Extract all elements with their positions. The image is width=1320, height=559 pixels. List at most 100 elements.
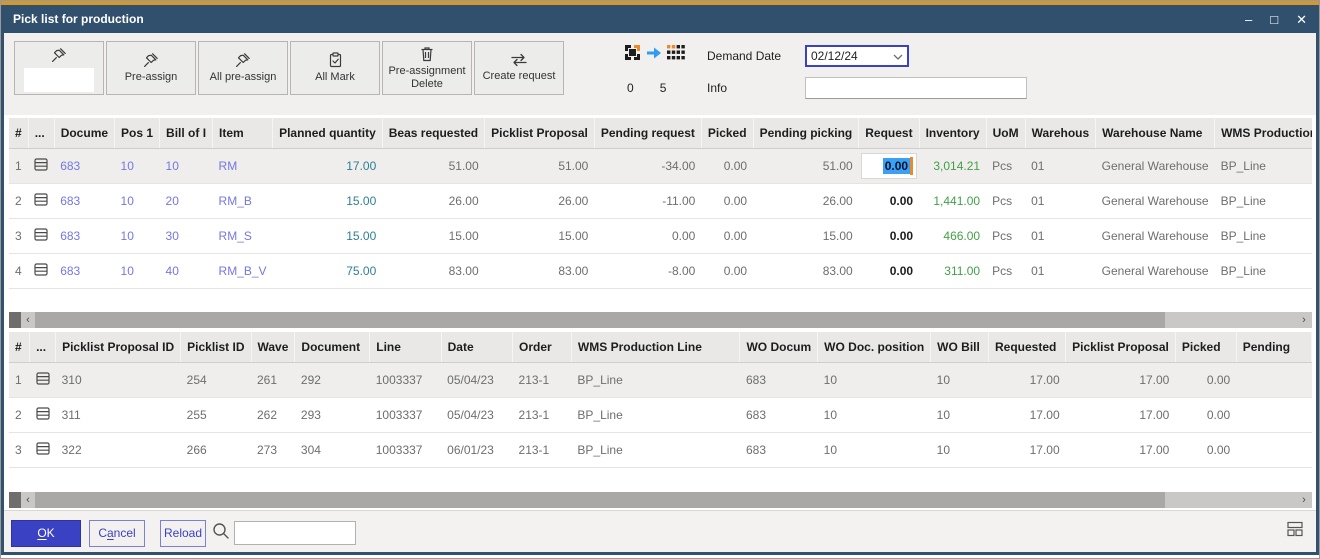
column-header-picklist_proposal[interactable]: Picklist Proposal [1066, 332, 1176, 362]
table-row[interactable]: 1310254261292100333705/04/23213-1BP_Line… [9, 362, 1312, 397]
info-input[interactable] [805, 77, 1027, 99]
column-header-wo_pos[interactable]: WO Doc. position [818, 332, 931, 362]
request-cell[interactable]: 0.00 [859, 148, 919, 183]
column-header-num[interactable]: # [9, 332, 30, 362]
request-editor[interactable]: 0.00 [861, 153, 917, 179]
all-mark-button[interactable]: All Mark [290, 41, 380, 95]
table-row[interactable]: 3322266273304100333706/01/23213-1BP_Line… [9, 432, 1312, 467]
minimize-button[interactable]: – [1245, 13, 1252, 26]
wms-line-dropdown[interactable]: BP_Line [1215, 183, 1312, 218]
column-header-line[interactable]: Line [370, 332, 441, 362]
all-pre-assign-button[interactable]: All pre-assign [198, 41, 288, 95]
wms-line-dropdown[interactable]: BP_Line [1215, 148, 1312, 183]
request-cell[interactable]: 0.00 [859, 218, 919, 253]
wms-line-dropdown[interactable]: BP_Line [1215, 218, 1312, 253]
items-hscrollbar[interactable]: ‹ › [9, 312, 1312, 328]
column-header-request[interactable]: Request [859, 118, 919, 148]
search-input[interactable] [234, 521, 356, 545]
scrollbar-thumb[interactable] [35, 492, 1165, 508]
request-cell[interactable]: 0.00 [859, 183, 919, 218]
scrollbar-track[interactable] [1165, 312, 1296, 328]
table-row[interactable]: 26831020RM_B15.0026.0026.00-11.000.0026.… [9, 183, 1312, 218]
create-request-button[interactable]: Create request [474, 41, 564, 95]
row-details-icon[interactable] [28, 253, 54, 288]
row-details-icon[interactable] [30, 397, 56, 432]
column-header-picklist_proposal[interactable]: Picklist Proposal [485, 118, 595, 148]
scrollbar-track[interactable] [1165, 492, 1296, 508]
cell-item[interactable]: RM_S [213, 218, 273, 253]
title-bar[interactable]: Pick list for production – □ ✕ [1, 5, 1319, 33]
column-header-pos[interactable]: Pos 1 [115, 118, 160, 148]
column-header-requested[interactable]: Requested [988, 332, 1065, 362]
column-header-warehouse[interactable]: Warehous [1025, 118, 1096, 148]
table-row[interactable]: 2311255262293100333705/04/23213-1BP_Line… [9, 397, 1312, 432]
row-details-icon[interactable] [30, 362, 56, 397]
cell-bill[interactable]: 40 [160, 253, 213, 288]
proposals-hscrollbar[interactable]: ‹ › [9, 492, 1312, 508]
column-header-pending_request[interactable]: Pending request [594, 118, 701, 148]
column-header-pending_picking[interactable]: Pending picking [753, 118, 859, 148]
table-row[interactable]: 46831040RM_B_V75.0083.0083.00-8.000.0083… [9, 253, 1312, 288]
maximize-button[interactable]: □ [1270, 13, 1278, 26]
scroll-left-icon[interactable]: ‹ [21, 312, 35, 328]
pin-button[interactable] [14, 41, 104, 95]
column-header-wms_line[interactable]: WMS Production Line [1215, 118, 1312, 148]
table-row[interactable]: 16831010RM17.0051.0051.00-34.000.0051.00… [9, 148, 1312, 183]
pin-number-input[interactable] [24, 68, 94, 92]
scrollbar-home-button[interactable] [9, 492, 21, 508]
pre-assign-button[interactable]: Pre-assign [106, 41, 196, 95]
scroll-right-icon[interactable]: › [1296, 312, 1312, 328]
column-header-bill[interactable]: Bill of I [160, 118, 213, 148]
column-header-num[interactable]: # [9, 118, 28, 148]
column-header-icon[interactable]: ... [28, 118, 54, 148]
cell-document[interactable]: 683 [54, 148, 114, 183]
cell-pos[interactable]: 10 [115, 183, 160, 218]
reload-button[interactable]: Reload [160, 520, 206, 547]
cancel-button[interactable]: Cancel [89, 520, 145, 547]
scrollbar-home-button[interactable] [9, 312, 21, 328]
demand-date-combo[interactable]: 02/12/24 [805, 45, 909, 67]
cell-document[interactable]: 683 [54, 183, 114, 218]
column-header-document[interactable]: Docume [54, 118, 114, 148]
column-header-wo_doc[interactable]: WO Docum [740, 332, 818, 362]
row-details-icon[interactable] [28, 183, 54, 218]
cell-document[interactable]: 683 [54, 218, 114, 253]
column-header-order[interactable]: Order [513, 332, 572, 362]
column-header-beas_requested[interactable]: Beas requested [382, 118, 484, 148]
column-header-date[interactable]: Date [441, 332, 512, 362]
cell-pos[interactable]: 10 [115, 253, 160, 288]
column-header-wave[interactable]: Wave [251, 332, 295, 362]
column-header-document[interactable]: Document [295, 332, 370, 362]
row-details-icon[interactable] [28, 218, 54, 253]
column-header-planned[interactable]: Planned quantity [273, 118, 383, 148]
column-header-wo_bill[interactable]: WO Bill [931, 332, 989, 362]
scroll-right-icon[interactable]: › [1296, 492, 1312, 508]
column-header-picked[interactable]: Picked [701, 118, 753, 148]
chevron-down-icon[interactable] [893, 49, 903, 63]
column-header-pending[interactable]: Pending [1236, 332, 1311, 362]
table-row[interactable]: 36831030RM_S15.0015.0015.000.000.0015.00… [9, 218, 1312, 253]
form-settings-icon[interactable] [1287, 521, 1304, 542]
scrollbar-thumb[interactable] [35, 312, 1165, 328]
cell-bill[interactable]: 30 [160, 218, 213, 253]
cell-pos[interactable]: 10 [115, 218, 160, 253]
cell-pos[interactable]: 10 [115, 148, 160, 183]
column-header-picked[interactable]: Picked [1175, 332, 1236, 362]
cell-bill[interactable]: 10 [160, 148, 213, 183]
column-header-picklist_id[interactable]: Picklist ID [181, 332, 251, 362]
request-cell[interactable]: 0.00 [859, 253, 919, 288]
cell-document[interactable]: 683 [54, 253, 114, 288]
column-header-item[interactable]: Item [213, 118, 273, 148]
cell-bill[interactable]: 20 [160, 183, 213, 218]
column-header-uom[interactable]: UoM [986, 118, 1025, 148]
column-header-ppid[interactable]: Picklist Proposal ID [56, 332, 181, 362]
scroll-left-icon[interactable]: ‹ [21, 492, 35, 508]
close-button[interactable]: ✕ [1296, 13, 1307, 26]
row-details-icon[interactable] [30, 432, 56, 467]
column-header-inventory[interactable]: Inventory [919, 118, 986, 148]
column-header-warehouse_name[interactable]: Warehouse Name [1096, 118, 1215, 148]
column-header-icon[interactable]: ... [30, 332, 56, 362]
wms-line-dropdown[interactable]: BP_Line [1215, 253, 1312, 288]
ok-button[interactable]: OK [11, 520, 81, 547]
column-header-wms_line[interactable]: WMS Production Line [571, 332, 740, 362]
